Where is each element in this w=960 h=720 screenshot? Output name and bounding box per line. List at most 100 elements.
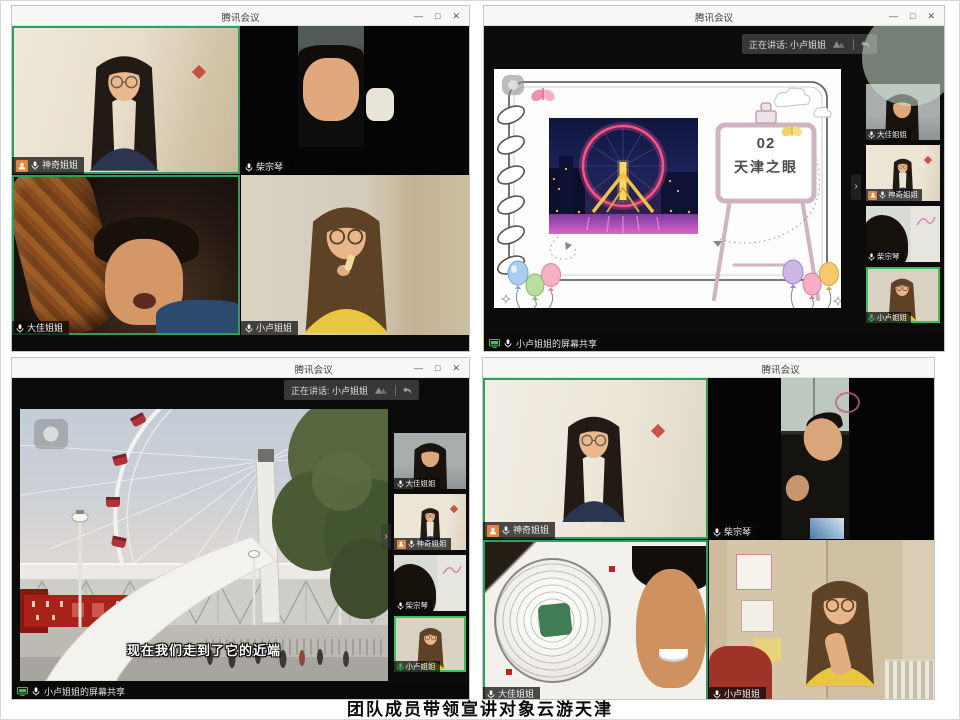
mic-icon [868,131,875,139]
video-tile-shenqi[interactable]: 神奇姐姐 [12,26,240,174]
sidebar-video-shenqi[interactable]: 神奇姐姐 [394,494,466,550]
camera-watermark-icon [502,75,524,95]
participant-name: 神奇姐姐 [42,161,78,170]
sidebar-video-xiaolu[interactable]: 小卢姐姐 [866,267,940,323]
participant-name-label: 柴宗琴 [709,525,757,539]
shared-slide: 02 天津之眼 [494,69,841,308]
participant-name: 大佳姐姐 [877,131,907,139]
mic-icon [408,540,415,548]
participant-name: 大佳姐姐 [27,324,63,333]
participant-name-label: 神奇姐姐 [12,157,84,174]
window-titlebar[interactable]: 腾讯会议 — □ ✕ [12,6,469,26]
minimize-button[interactable]: — [414,11,423,21]
sidebar-video-chai[interactable]: 柴宗琴 [866,206,940,262]
person-silhouette [58,35,190,174]
participant-name-label: 小卢姐姐 [394,661,440,672]
participant-name-label: 小卢姐姐 [709,687,766,699]
window-title: 腾讯会议 [221,10,259,24]
video-tile-dajia[interactable]: 大佳姐姐 [483,540,708,699]
slide-number: 02 [718,135,814,152]
sidebar-video-chai[interactable]: 柴宗琴 [394,555,466,611]
video-scene [12,175,240,335]
participant-name-label: 小卢姐姐 [241,321,298,335]
video-stage: 神奇姐姐 柴宗琴 [12,26,469,351]
pinned-paper [741,600,775,632]
participant-name-label: 大佳姐姐 [483,687,540,699]
video-subtitle: 现在我们走到了它的近端 [20,640,388,659]
share-stage: 正在讲话: 小卢姐姐 [484,26,944,351]
sidebar-collapse-handle[interactable]: › [851,174,861,200]
reply-arrow-icon[interactable] [402,386,412,395]
mic-active-icon [868,314,875,322]
window-title: 腾讯会议 [762,362,800,376]
tianjin-eye-night-photo [549,118,698,234]
mic-icon [397,480,404,488]
video-scene [483,378,708,539]
video-tile-xiaolu[interactable]: 小卢姐姐 [241,175,469,335]
mic-icon [504,339,512,348]
participant-name: 大佳姐姐 [498,690,534,699]
speaking-banner: 正在讲话: 小卢姐姐 [742,34,877,54]
close-button[interactable]: ✕ [452,11,460,22]
participant-name-label: 神奇姐姐 [483,522,555,539]
video-scene [241,26,469,174]
host-badge-icon [487,525,499,537]
video-scene [483,540,708,699]
participant-name-label: 大佳姐姐 [394,478,440,489]
audio-wave-icon [832,39,847,49]
participant-name-label: 神奇姐姐 [866,189,923,201]
participant-name: 小卢姐姐 [406,663,436,671]
person-silhouette [533,383,655,539]
person-silhouette [271,181,421,335]
meeting-window-top-right: 腾讯会议 — □ ✕ 正在讲话: 小卢姐姐 [483,5,945,352]
shared-video-tianjin-eye: 现在我们走到了它的近端 [20,409,388,681]
sidebar-video-dajia[interactable]: 大佳姐姐 [394,433,466,489]
participant-name-label: 柴宗琴 [394,600,432,611]
share-banner-text: 小卢姐姐的屏幕共享 [516,337,597,350]
mic-icon [879,191,886,199]
screen-share-bar: 小卢姐姐的屏幕共享 [484,335,944,351]
participant-name: 神奇姐姐 [417,540,447,548]
meeting-window-bottom-left: 腾讯会议 — □ ✕ 正在讲话: 小卢姐姐 [11,357,470,700]
participant-name: 柴宗琴 [724,528,751,537]
window-titlebar[interactable]: 腾讯会议 — □ ✕ [484,6,944,26]
window-sticker [835,392,860,413]
participant-name: 柴宗琴 [406,602,429,610]
window-titlebar[interactable]: 腾讯会议 [483,358,934,378]
video-tile-chai[interactable]: 柴宗琴 [241,26,469,174]
maximize-button[interactable]: □ [910,11,915,21]
speaking-banner: 正在讲话: 小卢姐姐 [284,380,419,400]
screen-share-bar: 小卢姐姐的屏幕共享 [12,683,469,699]
close-button[interactable]: ✕ [452,363,460,374]
video-tile-xiaolu[interactable]: 小卢姐姐 [709,540,934,699]
close-button[interactable]: ✕ [927,11,935,22]
video-tile-shenqi[interactable]: 神奇姐姐 [483,378,708,539]
audio-wave-icon [374,385,389,395]
participant-name-label: 柴宗琴 [241,160,289,174]
meeting-window-top-left: 腾讯会议 — □ ✕ 神奇姐姐 [11,5,470,352]
host-badge-icon [868,191,877,200]
screen-share-icon [17,687,28,696]
minimize-button[interactable]: — [889,11,898,21]
participant-name: 神奇姐姐 [888,191,918,199]
sidebar-video-shenqi[interactable]: 神奇姐姐 [866,145,940,201]
participants-sidebar: 大佳姐姐 神奇姐姐 [391,378,469,683]
video-stage: 神奇姐姐 柴宗琴 [483,378,934,699]
participant-name: 神奇姐姐 [513,526,549,535]
participant-name-label: 柴宗琴 [866,251,904,262]
video-tile-dajia[interactable]: 大佳姐姐 [12,175,240,335]
sidebar-video-xiaolu[interactable]: 小卢姐姐 [394,616,466,672]
sidebar-collapse-handle[interactable]: › [381,524,391,550]
window-titlebar[interactable]: 腾讯会议 — □ ✕ [12,358,469,378]
share-stage: 正在讲话: 小卢姐姐 [12,378,469,699]
video-scene [709,378,934,539]
screen-share-icon [489,339,500,348]
maximize-button[interactable]: □ [435,11,440,21]
video-tile-chai[interactable]: 柴宗琴 [709,378,934,539]
participant-name-label: 小卢姐姐 [866,312,912,323]
minimize-button[interactable]: — [414,363,423,373]
mic-icon [16,324,24,333]
maximize-button[interactable]: □ [435,363,440,373]
wall-decoration [191,65,205,79]
window-title: 腾讯会议 [695,10,733,24]
